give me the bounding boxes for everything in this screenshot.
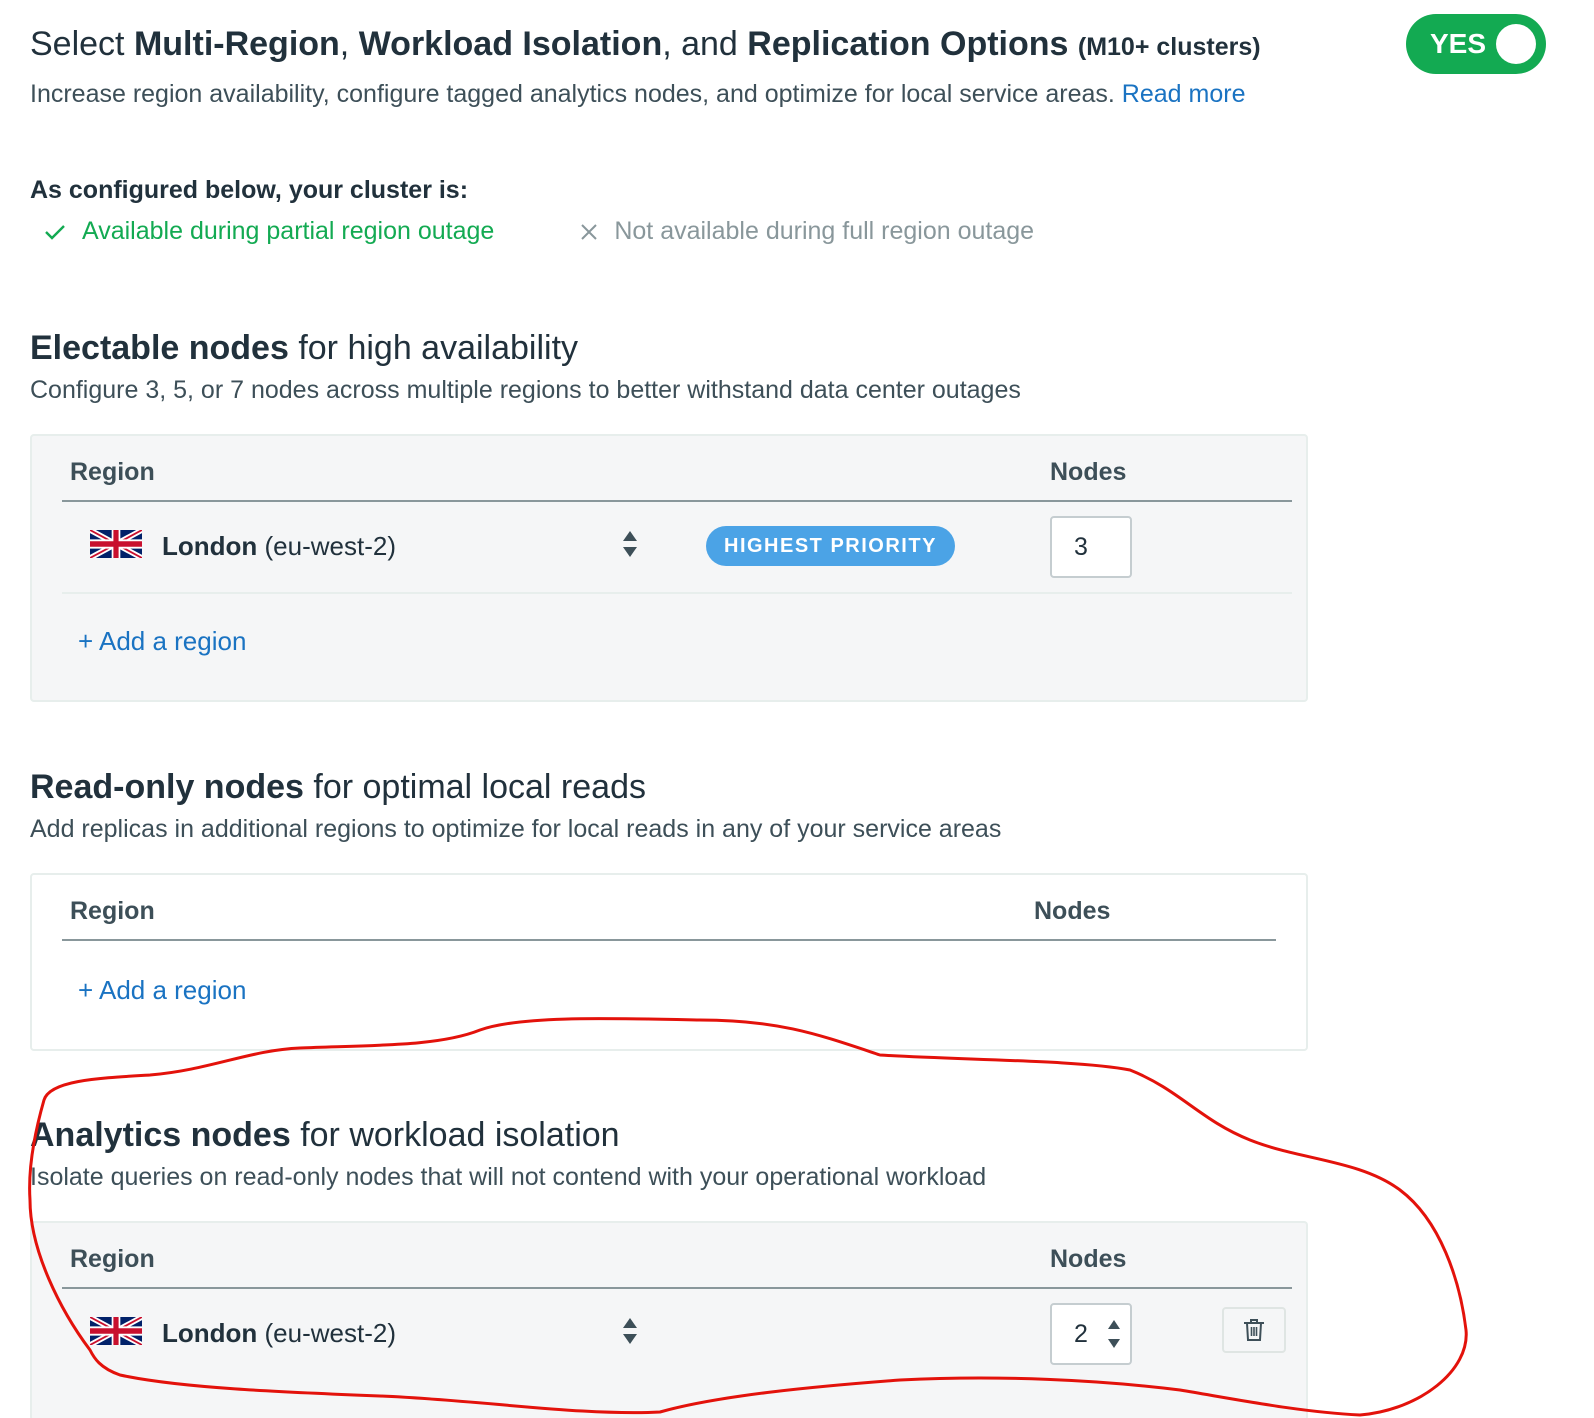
electable-section: Electable nodes for high availability Co… (30, 326, 1310, 405)
col-region: Region (70, 458, 155, 486)
trash-icon (1244, 1319, 1264, 1341)
readonly-title: Read-only nodes for optimal local reads (30, 768, 646, 806)
table-row: London (eu-west-2) HIGHEST PRIORITY 3 (62, 502, 1292, 594)
sort-arrows-icon[interactable] (622, 1315, 638, 1347)
readonly-panel: Region Nodes + Add a region (30, 873, 1308, 1051)
stepper-arrows-icon[interactable] (1106, 1315, 1122, 1353)
add-region-link[interactable]: + Add a region (78, 975, 246, 1006)
table-row: London (eu-west-2) 2 (62, 1289, 1292, 1381)
add-region-link[interactable]: + Add a region (78, 626, 246, 657)
checkmark-icon (45, 224, 65, 240)
availability-ok: Available during partial region outage (44, 217, 494, 246)
title-suffix: (M10+ clusters) (1077, 33, 1261, 61)
cross-icon (581, 223, 598, 240)
nodes-stepper[interactable]: 2 (1050, 1303, 1132, 1365)
sort-arrows-icon[interactable] (622, 528, 638, 560)
electable-title: Electable nodes for high availability (30, 329, 579, 367)
delete-region-button[interactable] (1222, 1307, 1286, 1353)
uk-flag-icon (90, 1317, 142, 1345)
availability-not: Not available during full region outage (580, 217, 1034, 246)
col-region: Region (70, 1245, 155, 1273)
read-more-link[interactable]: Read more (1122, 80, 1246, 108)
toggle-knob (1496, 24, 1536, 64)
electable-table-header: Region Nodes (62, 436, 1292, 502)
analytics-title: Analytics nodes for workload isolation (30, 1116, 620, 1154)
electable-description: Configure 3, 5, or 7 nodes across multip… (30, 376, 1021, 404)
region-select[interactable]: London (eu-west-2) (162, 531, 396, 562)
multi-region-toggle[interactable]: YES (1406, 14, 1546, 74)
priority-badge: HIGHEST PRIORITY (706, 526, 955, 566)
electable-panel: Region Nodes London (eu-west-2) HIGHEST … (30, 434, 1308, 702)
analytics-panel: Region Nodes London (eu-west-2) 2 (30, 1221, 1308, 1418)
toggle-label: YES (1430, 28, 1487, 59)
readonly-description: Add replicas in additional regions to op… (30, 815, 1002, 843)
col-nodes: Nodes (1050, 1245, 1127, 1273)
col-nodes: Nodes (1050, 458, 1127, 486)
col-region: Region (70, 897, 155, 925)
analytics-section: Analytics nodes for workload isolation I… (30, 1113, 1310, 1192)
nodes-input[interactable]: 3 (1050, 516, 1132, 578)
col-nodes: Nodes (1034, 897, 1111, 925)
uk-flag-icon (90, 530, 142, 558)
analytics-description: Isolate queries on read-only nodes that … (30, 1163, 987, 1191)
region-select[interactable]: London (eu-west-2) (162, 1318, 396, 1349)
options-header: Select Multi-Region, Workload Isolation,… (30, 22, 1360, 111)
header-description: Increase region availability, configure … (30, 80, 1246, 108)
analytics-table-header: Region Nodes (62, 1223, 1292, 1289)
readonly-section: Read-only nodes for optimal local reads … (30, 765, 1310, 844)
availability-summary: As configured below, your cluster is: Av… (30, 176, 1230, 246)
readonly-table-header: Region Nodes (62, 875, 1276, 941)
availability-title: As configured below, your cluster is: (30, 176, 469, 204)
page-title: Select Multi-Region, Workload Isolation,… (30, 25, 1261, 63)
